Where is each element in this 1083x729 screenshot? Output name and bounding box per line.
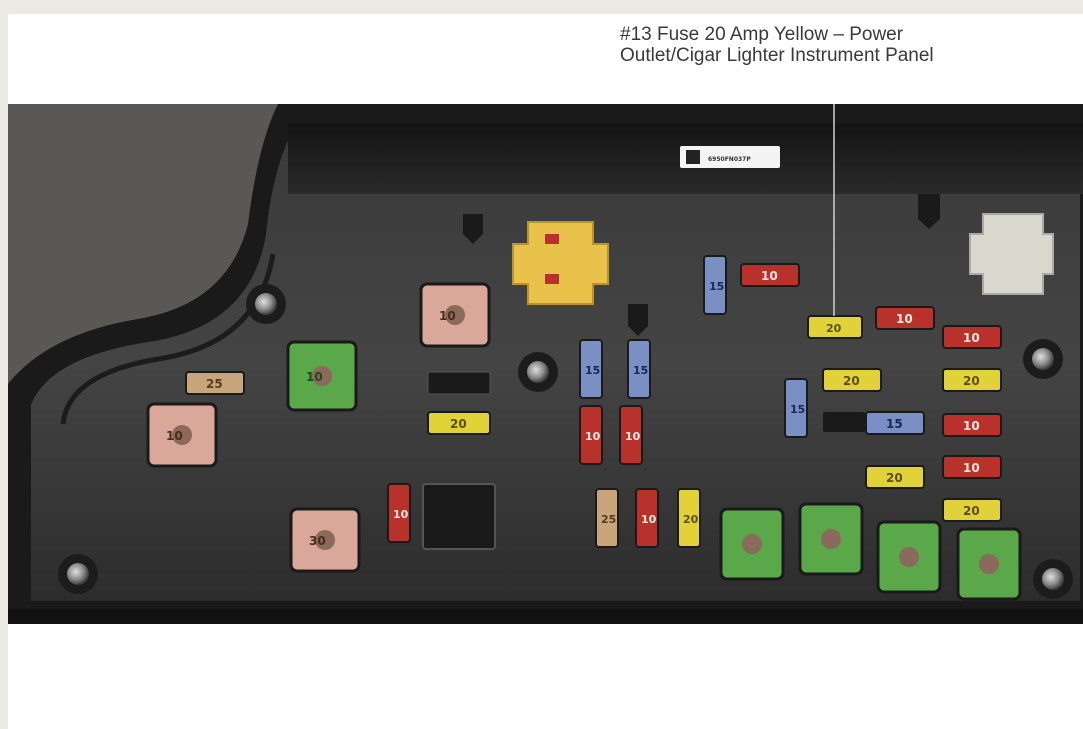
fuse-rating: 10	[896, 312, 913, 326]
fuse-rating: 20	[963, 504, 980, 518]
relay-marker	[545, 234, 559, 244]
fuse-rating: 20	[683, 513, 699, 526]
cartridge-fuse	[798, 502, 864, 576]
fuse-rating: 10	[625, 430, 641, 443]
fuse-rating: 10	[963, 461, 980, 475]
fuse-rating: 15	[585, 364, 600, 377]
mini-fuse: 20	[942, 368, 1002, 392]
fuse-rating: 30	[309, 534, 326, 548]
mini-fuse: 10	[579, 405, 603, 465]
cartridge-fuse: 30	[289, 507, 361, 573]
fuse-rating: 15	[790, 403, 805, 416]
mini-fuse: 25	[595, 488, 619, 548]
mini-fuse: 10	[387, 483, 411, 543]
cartridge-fuse	[719, 507, 785, 581]
fuse-rating: 25	[601, 513, 616, 526]
cartridge-fuse: 10	[419, 282, 491, 348]
mount-bolt-icon	[527, 361, 549, 383]
fuse-rating: 10	[166, 429, 183, 443]
fuse-rating: 10	[963, 419, 980, 433]
mini-fuse: 10	[635, 488, 659, 548]
relay-marker	[545, 274, 559, 284]
fuse-rating: 10	[963, 331, 980, 345]
fuse-rating: 10	[761, 269, 778, 283]
mini-fuse: 20	[807, 315, 863, 339]
mini-fuse: 25	[185, 371, 245, 395]
sticker-text: 6950FN037P	[708, 156, 751, 163]
fuse-rating: 20	[826, 322, 842, 335]
callout-line-1: #13 Fuse 20 Amp Yellow – Power	[620, 24, 904, 45]
bottom-edge	[8, 609, 1083, 624]
fuse-rating: 20	[886, 471, 903, 485]
mini-fuse: 20	[942, 498, 1002, 522]
fuse-rating: 10	[585, 430, 601, 443]
mini-fuse: 15	[784, 378, 808, 438]
mini-fuse: 10	[875, 306, 935, 330]
mini-fuse: 15	[627, 339, 651, 399]
fuse-rating: 25	[206, 377, 223, 391]
mount-bolt-icon	[1042, 568, 1064, 590]
relay-yellow	[512, 221, 609, 305]
mini-fuse: 10	[740, 263, 800, 287]
empty-fuse-slot	[427, 371, 491, 395]
callout-text: #13 Fuse 20 Amp Yellow – Power Outlet/Ci…	[620, 24, 934, 66]
cartridge-fuse: 10	[286, 340, 358, 412]
mini-fuse: 20	[427, 411, 491, 435]
cartridge-fuse	[956, 527, 1022, 601]
mini-fuse: 15	[703, 255, 727, 315]
mini-fuse: 20	[677, 488, 701, 548]
fuse-rating: 10	[393, 508, 409, 521]
cartridge-fuse: 10	[146, 402, 218, 468]
mini-fuse: 10	[942, 413, 1002, 437]
empty-fuse-slot	[823, 412, 865, 432]
empty-relay-slot	[422, 483, 496, 550]
mount-bolt-icon	[255, 293, 277, 315]
mount-bolt-icon	[1032, 348, 1054, 370]
mini-fuse: 20	[865, 465, 925, 489]
fuse-rating: 10	[641, 513, 657, 526]
mini-fuse: 20	[822, 368, 882, 392]
mini-fuse: 15	[865, 411, 925, 435]
mini-fuse: 10	[942, 455, 1002, 479]
mini-fuse: 15	[579, 339, 603, 399]
fuse-rating: 10	[306, 370, 323, 384]
mount-bolt-icon	[67, 563, 89, 585]
fuse-rating: 15	[886, 417, 903, 431]
fuse-rating: 15	[633, 364, 648, 377]
qr-code	[686, 150, 700, 164]
fuse-rating: 15	[709, 280, 724, 293]
fuse-rating: 10	[439, 309, 456, 323]
mini-fuse: 10	[619, 405, 643, 465]
fuse-box-photo: 6950FN037P 10 10 30 10 25 10 20 20 10 20…	[8, 104, 1083, 624]
mini-fuse: 10	[942, 325, 1002, 349]
cartridge-fuse	[876, 520, 942, 594]
fuse-rating: 20	[963, 374, 980, 388]
callout-line-2: Outlet/Cigar Lighter Instrument Panel	[620, 45, 934, 66]
fuse-rating: 20	[843, 374, 860, 388]
relay-white	[969, 213, 1054, 295]
fuse-rating: 20	[450, 417, 467, 431]
